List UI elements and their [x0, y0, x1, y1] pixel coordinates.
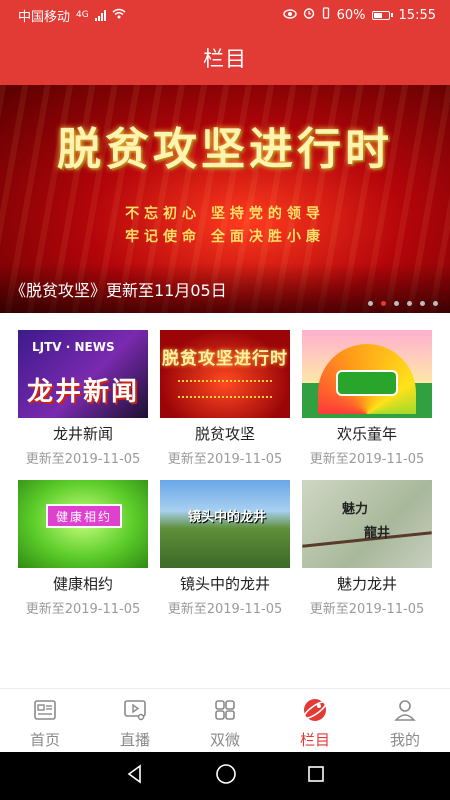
- program-name: 魅力龙井: [336, 575, 397, 593]
- thumbnail-decoration: [178, 380, 272, 398]
- banner-caption: 《脱贫攻坚》更新至11月05日: [10, 281, 227, 300]
- vibrate-icon: [321, 7, 331, 23]
- program-name: 欢乐童年: [336, 425, 397, 443]
- news-icon: [32, 697, 58, 723]
- banner-headline: 脱贫攻坚进行时: [57, 124, 393, 175]
- battery-percent: 60%: [336, 7, 366, 23]
- bottom-nav: 首页 直播 双微 栏目 我的: [0, 688, 450, 752]
- nav-social[interactable]: 双微: [180, 689, 270, 752]
- program-name: 龙井新闻: [52, 425, 113, 443]
- program-thumbnail: 健康相约: [18, 480, 148, 568]
- program-update: 更新至2019-11-05: [167, 452, 283, 467]
- program-thumbnail: LJTV · NEWS 龙井新闻: [18, 330, 148, 418]
- alarm-icon: [303, 7, 315, 23]
- thumbnail-caption-small: LJTV · NEWS: [32, 340, 115, 354]
- banner-pagination[interactable]: [368, 301, 438, 306]
- nav-label: 双微: [209, 731, 240, 749]
- program-update: 更新至2019-11-05: [309, 602, 425, 617]
- program-thumbnail: 脱贫攻坚进行时: [160, 330, 290, 418]
- eye-icon: [282, 8, 297, 23]
- grid-icon: [212, 697, 238, 723]
- program-card[interactable]: 健康相约 健康相约 更新至2019-11-05: [18, 480, 148, 630]
- page-title: 栏目: [203, 46, 247, 71]
- clock-time: 15:55: [398, 7, 436, 23]
- stage-sign: [336, 370, 398, 396]
- thumbnail-caption-2: 龍井: [364, 526, 391, 541]
- thumbnail-caption: 脱贫攻坚进行时: [162, 349, 288, 369]
- nav-label: 栏目: [299, 731, 330, 749]
- nav-home[interactable]: 首页: [0, 689, 90, 752]
- live-play-icon: [122, 697, 148, 723]
- program-thumbnail: [302, 330, 432, 418]
- program-update: 更新至2019-11-05: [25, 452, 141, 467]
- program-name: 健康相约: [52, 575, 113, 593]
- program-thumbnail: 镜头中的龙井: [160, 480, 290, 568]
- nav-label: 首页: [29, 731, 60, 749]
- program-name: 镜头中的龙井: [179, 575, 270, 593]
- program-card[interactable]: LJTV · NEWS 龙井新闻 龙井新闻 更新至2019-11-05: [18, 330, 148, 480]
- system-nav-bar: [0, 752, 450, 800]
- banner-dot[interactable]: [420, 301, 425, 306]
- thumbnail-caption: 魅力: [342, 502, 369, 517]
- program-update: 更新至2019-11-05: [25, 602, 141, 617]
- network-label: 4G: [76, 10, 89, 20]
- wifi-icon: [112, 8, 126, 22]
- status-bar: 中国移动 4G 60% 15:55: [0, 0, 450, 30]
- program-card[interactable]: 镜头中的龙井 镜头中的龙井 更新至2019-11-05: [160, 480, 290, 630]
- program-card[interactable]: 欢乐童年 更新至2019-11-05: [302, 330, 432, 480]
- program-update: 更新至2019-11-05: [309, 452, 425, 467]
- status-right: 60% 15:55: [282, 7, 436, 23]
- banner-slogans: 不忘初心 坚持党的领导 牢记使命 全面决胜小康: [0, 203, 450, 249]
- banner-dot[interactable]: [407, 301, 412, 306]
- featured-banner[interactable]: 脱贫攻坚进行时 不忘初心 坚持党的领导 牢记使命 全面决胜小康 《脱贫攻坚》更新…: [0, 85, 450, 313]
- banner-dot[interactable]: [433, 301, 438, 306]
- nav-label: 直播: [119, 731, 150, 749]
- program-card[interactable]: 魅力 龍井 魅力龙井 更新至2019-11-05: [302, 480, 432, 630]
- program-name: 脱贫攻坚: [194, 425, 255, 443]
- nav-live[interactable]: 直播: [90, 689, 180, 752]
- user-icon: [392, 697, 418, 723]
- thumbnail-caption: 龙井新闻: [26, 377, 139, 407]
- thumbnail-caption: 镜头中的龙井: [188, 510, 267, 525]
- program-grid: LJTV · NEWS 龙井新闻 龙井新闻 更新至2019-11-05 脱贫攻坚…: [18, 330, 432, 630]
- banner-dot[interactable]: [394, 301, 399, 306]
- program-card[interactable]: 脱贫攻坚进行时 脱贫攻坚 更新至2019-11-05: [160, 330, 290, 480]
- carrier-label: 中国移动: [18, 9, 71, 25]
- top-bar: 中国移动 4G 60% 15:55 栏目: [0, 0, 450, 85]
- banner-slogan-line2: 牢记使命 全面决胜小康: [125, 229, 325, 245]
- nav-mine[interactable]: 我的: [360, 689, 450, 752]
- back-icon[interactable]: [125, 764, 145, 788]
- planet-icon: [302, 697, 328, 723]
- recent-apps-icon[interactable]: [307, 765, 325, 787]
- banner-slogan-line1: 不忘初心 坚持党的领导: [125, 206, 325, 222]
- program-thumbnail: 魅力 龍井: [302, 480, 432, 568]
- banner-dot[interactable]: [368, 301, 373, 306]
- status-left: 中国移动 4G: [18, 6, 126, 25]
- nav-columns[interactable]: 栏目: [270, 689, 360, 752]
- signal-icon: [94, 9, 106, 21]
- banner-dot[interactable]: [381, 301, 386, 306]
- battery-icon: [371, 10, 393, 20]
- home-circle-icon[interactable]: [215, 763, 237, 789]
- nav-label: 我的: [389, 731, 420, 749]
- thumbnail-caption: 健康相约: [46, 504, 122, 528]
- program-update: 更新至2019-11-05: [167, 602, 283, 617]
